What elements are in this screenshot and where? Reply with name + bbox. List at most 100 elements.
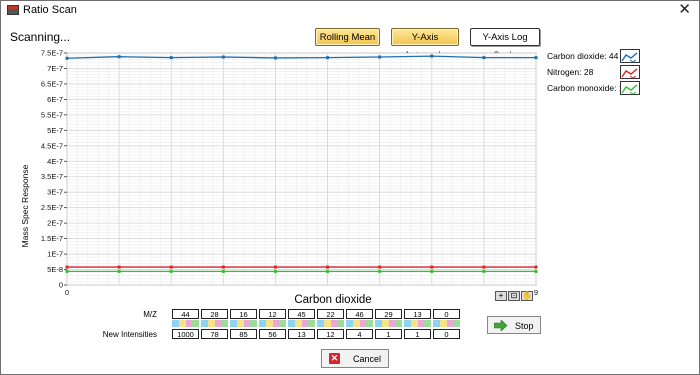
data-point: [273, 56, 277, 60]
mz-row-label: M/Z: [143, 310, 157, 319]
data-point: [221, 265, 225, 269]
green-line-icon: [620, 81, 640, 95]
swatch-segment: [265, 320, 273, 327]
swatch-segment: [404, 320, 411, 327]
legend-item-nitrogen[interactable]: Nitrogen: 28: [547, 65, 697, 81]
pan-hand-icon[interactable]: ✋: [521, 291, 533, 301]
y-tick-label: 3E-7: [47, 188, 63, 197]
intensity-cell: 1: [375, 329, 402, 339]
y-tick-label: 0: [59, 281, 63, 290]
legend-item-carbon-monoxide[interactable]: Carbon monoxide: 12: [547, 81, 697, 97]
intensities-row-label: New Intensities: [102, 330, 157, 339]
swatch-segment: [185, 320, 193, 327]
data-point: [221, 55, 225, 59]
swatch-segment: [424, 320, 431, 327]
mz-color-swatch: [433, 320, 460, 327]
swatch-segment: [366, 320, 373, 327]
plot-legend: Carbon dioxide: 44 Nitrogen: 28 Carbon m…: [547, 49, 697, 97]
swatch-segment: [446, 320, 454, 327]
intensity-cell: 13: [288, 329, 315, 339]
swatch-segment: [308, 320, 315, 327]
data-point: [117, 269, 121, 273]
stop-label: Stop: [515, 321, 534, 331]
data-point: [534, 56, 538, 60]
swatch-segment: [221, 320, 228, 327]
zoom-box-icon[interactable]: ⊡: [508, 291, 520, 301]
data-point: [221, 269, 225, 273]
chart-title: Carbon dioxide: [294, 294, 372, 306]
swatch-segment: [381, 320, 389, 327]
mz-color-swatch: [288, 320, 315, 327]
swatch-segment: [352, 320, 360, 327]
mz-cell: 44: [172, 309, 199, 319]
intensity-cell: 0: [433, 329, 460, 339]
data-point: [482, 269, 486, 273]
cancel-button[interactable]: ✕ Cancel: [321, 349, 389, 368]
mz-color-swatch: [230, 320, 257, 327]
y-tick-label: 5.5E-7: [41, 110, 63, 119]
swatch-segment: [230, 320, 237, 327]
data-point: [117, 55, 121, 59]
data-point: [378, 55, 382, 59]
mz-color-swatch: [172, 320, 199, 327]
data-point: [65, 269, 69, 273]
swatch-segment: [388, 320, 396, 327]
data-point: [534, 265, 538, 269]
swatch-segment: [172, 320, 179, 327]
y-tick-label: 4E-7: [47, 157, 63, 166]
swatch-segment: [433, 320, 440, 327]
mz-color-swatch: [317, 320, 344, 327]
legend-label: Carbon dioxide: 44: [547, 51, 619, 61]
data-point: [430, 265, 434, 269]
data-point: [273, 269, 277, 273]
chart-plot[interactable]: 0 5E-8 1E-7 1.5E-7 2E-7 2.5E-7 3E-7 3.5E-7 4E-7 4…: [1, 1, 699, 301]
data-point: [430, 54, 434, 58]
legend-item-carbon-dioxide[interactable]: Carbon dioxide: 44: [547, 49, 697, 65]
zoom-crosshair-icon[interactable]: +: [495, 291, 507, 301]
swatch-segment: [330, 320, 338, 327]
mz-color-swatch: [404, 320, 431, 327]
swatch-segment: [395, 320, 402, 327]
mz-cell: 29: [375, 309, 402, 319]
data-point: [65, 265, 69, 269]
intensity-cell: 1: [404, 329, 431, 339]
data-point: [482, 56, 486, 60]
data-point: [326, 269, 330, 273]
data-point: [482, 265, 486, 269]
swatch-segment: [279, 320, 286, 327]
cancel-label: Cancel: [353, 354, 382, 364]
y-tick-label: 7.5E-7: [41, 49, 63, 58]
y-tick-label: 3.5E-7: [41, 172, 63, 181]
swatch-segment: [178, 320, 186, 327]
data-point: [378, 265, 382, 269]
data-point: [378, 269, 382, 273]
swatch-segment: [207, 320, 215, 327]
mz-color-swatch: [201, 320, 228, 327]
y-tick-label: 4.5E-7: [41, 141, 63, 150]
y-tick-label: 2.5E-7: [41, 203, 63, 212]
blue-line-icon: [620, 49, 640, 63]
mz-cell: 45: [288, 309, 315, 319]
arrow-right-icon: [493, 319, 508, 332]
data-point: [326, 265, 330, 269]
y-tick-label: 6.5E-7: [41, 79, 63, 88]
swatch-segment: [214, 320, 222, 327]
y-tick-label: 1.5E-7: [41, 234, 63, 243]
mz-cell: 16: [230, 309, 257, 319]
swatch-segment: [323, 320, 331, 327]
data-point: [169, 56, 173, 60]
y-tick-label: 7E-7: [47, 64, 63, 73]
y-tick-label: 2E-7: [47, 219, 63, 228]
swatch-segment: [294, 320, 302, 327]
swatch-segment: [453, 320, 460, 327]
legend-label: Carbon monoxide: 12: [547, 83, 629, 93]
swatch-segment: [337, 320, 344, 327]
swatch-segment: [317, 320, 324, 327]
ratio-scan-window: Ratio Scan ✕ Scanning... Rolling Mean Y-…: [0, 0, 700, 375]
intensity-cell: 12: [317, 329, 344, 339]
intensity-cell: 78: [201, 329, 228, 339]
mz-color-swatch: [375, 320, 402, 327]
plot-area: [66, 52, 537, 286]
stop-button[interactable]: Stop: [487, 316, 541, 334]
data-point: [169, 269, 173, 273]
